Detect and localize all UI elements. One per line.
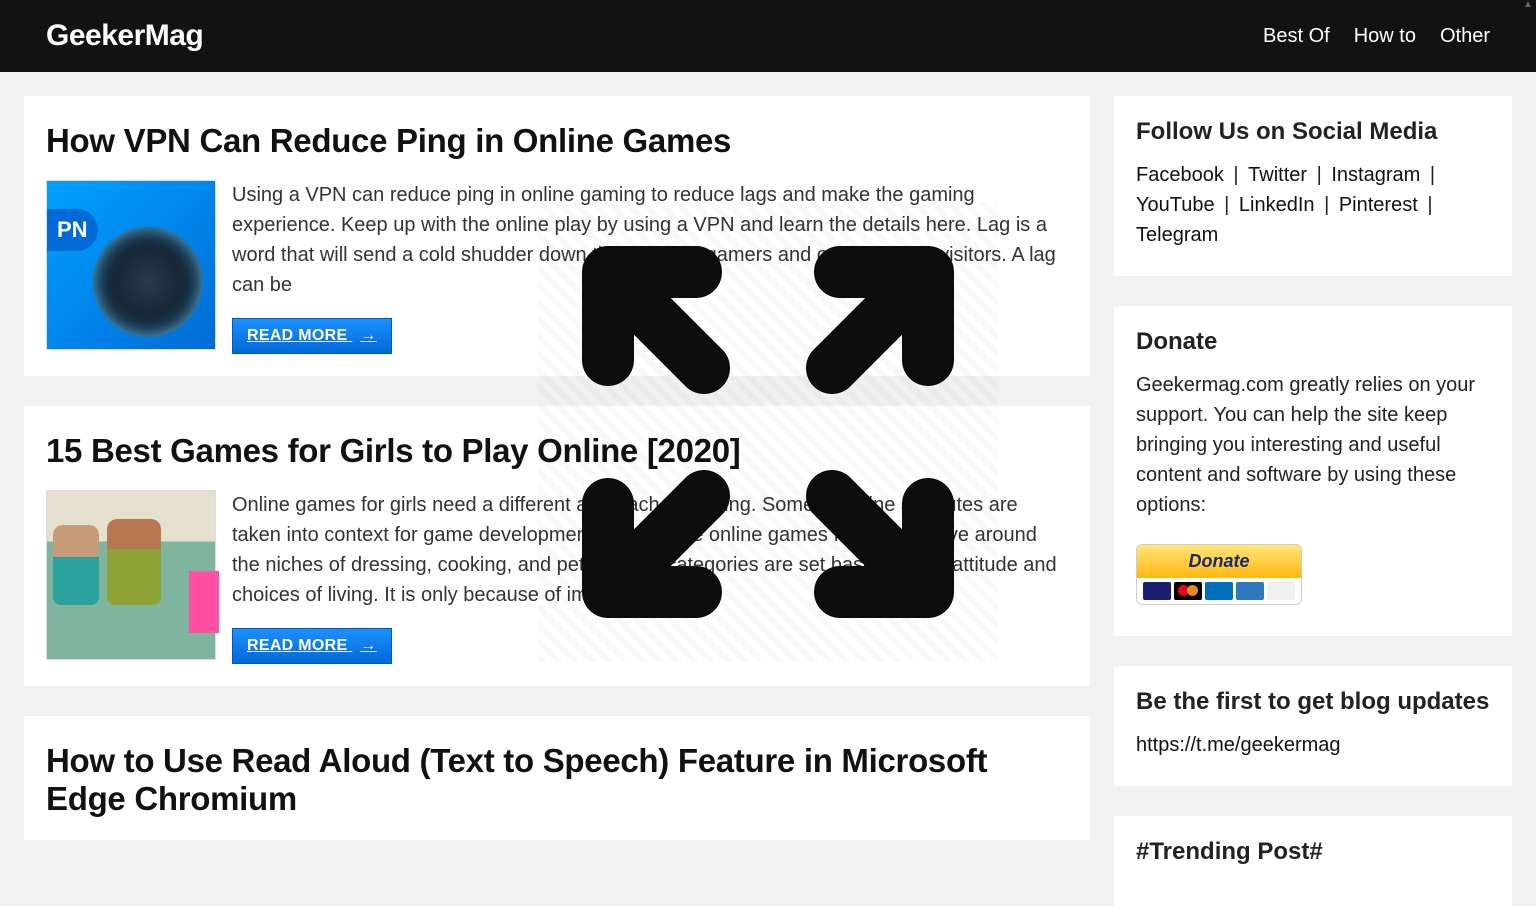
amex-icon bbox=[1236, 582, 1264, 600]
article-card: How to Use Read Aloud (Text to Speech) F… bbox=[24, 716, 1090, 840]
arrow-right-icon: → bbox=[360, 327, 376, 344]
widget-title: Be the first to get blog updates bbox=[1136, 688, 1490, 716]
article-title-link[interactable]: How to Use Read Aloud (Text to Speech) F… bbox=[46, 742, 987, 817]
separator: | bbox=[1307, 164, 1331, 186]
payment-card-icons bbox=[1137, 578, 1301, 604]
expand-overlay[interactable] bbox=[538, 202, 998, 662]
sidebar: Follow Us on Social Media Facebook | Twi… bbox=[1114, 96, 1512, 906]
nav-other[interactable]: Other bbox=[1440, 25, 1490, 48]
widget-updates: Be the first to get blog updates https:/… bbox=[1114, 666, 1512, 786]
widget-title: Follow Us on Social Media bbox=[1136, 118, 1490, 146]
social-links: Facebook | Twitter | Instagram | YouTube… bbox=[1136, 160, 1490, 250]
read-more-button[interactable]: READ MORE → bbox=[232, 318, 392, 354]
widget-trending: #Trending Post# bbox=[1114, 816, 1512, 906]
site-title[interactable]: GeekerMag bbox=[46, 19, 203, 53]
social-telegram[interactable]: Telegram bbox=[1136, 224, 1218, 246]
article-thumbnail[interactable] bbox=[46, 180, 216, 350]
mastercard-icon bbox=[1174, 582, 1202, 600]
read-more-label: READ MORE bbox=[247, 327, 347, 344]
telegram-link[interactable]: https://t.me/geekermag bbox=[1136, 734, 1341, 756]
social-twitter[interactable]: Twitter bbox=[1248, 164, 1307, 186]
article-title-link[interactable]: How VPN Can Reduce Ping in Online Games bbox=[46, 122, 731, 159]
read-more-label: READ MORE bbox=[247, 637, 347, 654]
separator: | bbox=[1418, 194, 1437, 216]
social-pinterest[interactable]: Pinterest bbox=[1339, 194, 1418, 216]
nav-best-of[interactable]: Best Of bbox=[1263, 25, 1330, 48]
separator: | bbox=[1315, 194, 1339, 216]
widget-donate: Donate Geekermag.com greatly relies on y… bbox=[1114, 306, 1512, 636]
visa-icon bbox=[1143, 582, 1171, 600]
separator: | bbox=[1215, 194, 1239, 216]
site-header: GeekerMag Best Of How to Other bbox=[0, 0, 1536, 72]
nav-how-to[interactable]: How to bbox=[1354, 25, 1416, 48]
maestro-icon bbox=[1205, 582, 1233, 600]
separator: | bbox=[1224, 164, 1248, 186]
donate-button-label: Donate bbox=[1137, 545, 1301, 578]
arrow-right-icon: → bbox=[360, 637, 376, 654]
widget-title: Donate bbox=[1136, 328, 1490, 356]
social-facebook[interactable]: Facebook bbox=[1136, 164, 1224, 186]
social-linkedin[interactable]: LinkedIn bbox=[1239, 194, 1315, 216]
scroll-up-icon[interactable]: ▲ bbox=[1523, 0, 1533, 10]
widget-title: #Trending Post# bbox=[1136, 838, 1490, 866]
read-more-button[interactable]: READ MORE → bbox=[232, 628, 392, 664]
widget-follow: Follow Us on Social Media Facebook | Twi… bbox=[1114, 96, 1512, 276]
expand-icon bbox=[568, 232, 968, 632]
social-instagram[interactable]: Instagram bbox=[1331, 164, 1420, 186]
donate-text: Geekermag.com greatly relies on your sup… bbox=[1136, 370, 1490, 520]
separator: | bbox=[1420, 164, 1439, 186]
article-thumbnail[interactable] bbox=[46, 490, 216, 660]
social-youtube[interactable]: YouTube bbox=[1136, 194, 1215, 216]
discover-icon bbox=[1267, 582, 1295, 600]
scrollbar-buttons: ▲ bbox=[1522, 0, 1534, 10]
paypal-donate-button[interactable]: Donate bbox=[1136, 544, 1302, 605]
primary-nav: Best Of How to Other bbox=[1263, 25, 1490, 48]
